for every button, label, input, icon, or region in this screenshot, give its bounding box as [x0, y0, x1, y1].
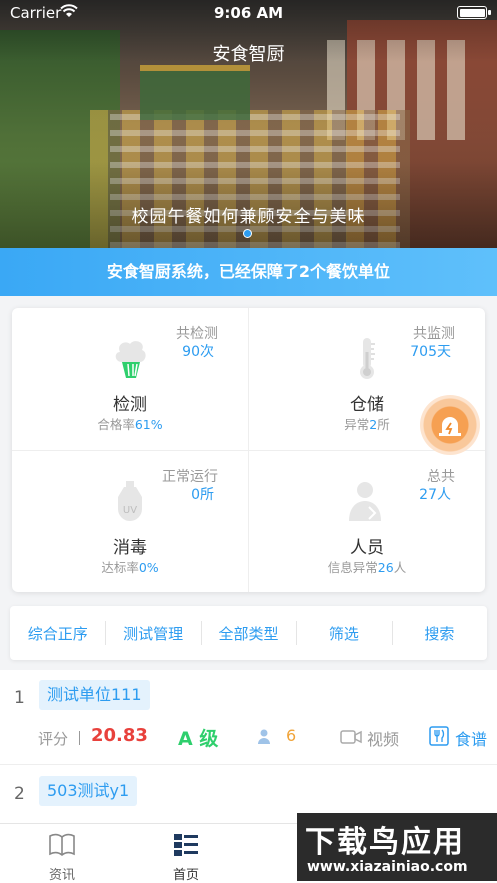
item-index: 2: [14, 784, 25, 804]
home-list-icon: [174, 834, 198, 856]
recipe-link[interactable]: 食谱: [455, 726, 487, 750]
unit-name[interactable]: 测试单位111: [39, 680, 150, 710]
filter-search[interactable]: 搜索: [391, 620, 487, 645]
coverage-banner: 安食智厨系统，已经保障了2个餐饮单位: [0, 248, 497, 296]
battery-icon: [457, 6, 491, 19]
filter-sort[interactable]: 综合正序: [10, 623, 105, 644]
carousel-indicator: [243, 229, 252, 238]
vegetable-icon: [115, 341, 146, 378]
score-label: 评分: [38, 730, 69, 748]
hero-caption[interactable]: 校园午餐如何兼顾安全与美味: [0, 202, 497, 227]
uv-lamp-icon: UV: [118, 481, 142, 521]
page-title: 安食智厨: [212, 44, 285, 65]
stat-inspection[interactable]: 共检测 90次 检测 合格率61%: [12, 308, 248, 450]
chef-icon: [349, 482, 381, 521]
unit-name[interactable]: 503测试y1: [39, 776, 138, 806]
filter-screen[interactable]: 筛选: [296, 620, 391, 645]
stats-grid: 共检测 90次 检测 合格率61% 共监测 705天 仓储 异常2所 正常运行 …: [12, 308, 485, 592]
list-item[interactable]: 1 测试单位111 评分 20.83 A 级 6 视频 食谱: [0, 670, 497, 765]
filter-bar: 综合正序 测试管理 全部类型 筛选 搜索: [10, 606, 487, 660]
stat-disinfection[interactable]: 正常运行 0所 UV 消毒 达标率0%: [12, 451, 248, 593]
alarm-button[interactable]: [420, 395, 480, 455]
tab-label: 资讯: [48, 868, 75, 883]
tab-label: 首页: [172, 868, 199, 883]
alarm-light-icon: [439, 417, 461, 436]
video-icon[interactable]: [340, 730, 362, 744]
tab-home[interactable]: 首页: [136, 824, 236, 883]
svg-text:UV: UV: [123, 505, 137, 516]
stat-staff[interactable]: 总共 27人 人员 信息异常26人: [249, 451, 485, 593]
item-index: 1: [14, 688, 25, 708]
unit-list: 1 测试单位111 评分 20.83 A 级 6 视频 食谱 2 503测试y1: [0, 670, 497, 830]
hero-carousel[interactable]: Carrier 9:06 AM 安食智厨 校园午餐如何兼顾安全与美味: [0, 0, 497, 248]
watermark-logo: 下载鸟应用 www.xiazainiao.com: [297, 813, 497, 881]
tab-news[interactable]: 资讯: [12, 824, 112, 883]
filter-management[interactable]: 测试管理: [105, 620, 200, 645]
people-count: 6: [286, 726, 297, 745]
filter-type[interactable]: 全部类型: [200, 620, 296, 645]
thermometer-icon: [360, 338, 375, 379]
recipe-icon[interactable]: [429, 726, 449, 746]
person-icon: [258, 729, 270, 744]
status-bar: Carrier 9:06 AM: [0, 0, 497, 26]
video-link[interactable]: 视频: [367, 726, 399, 750]
clock: 9:06 AM: [213, 4, 284, 22]
app-screen: Carrier 9:06 AM 安食智厨 校园午餐如何兼顾安全与美味 安食智厨系…: [0, 0, 497, 883]
grade-badge: A 级: [178, 728, 219, 750]
score-value: 20.83: [91, 725, 148, 746]
book-icon: [49, 833, 75, 856]
